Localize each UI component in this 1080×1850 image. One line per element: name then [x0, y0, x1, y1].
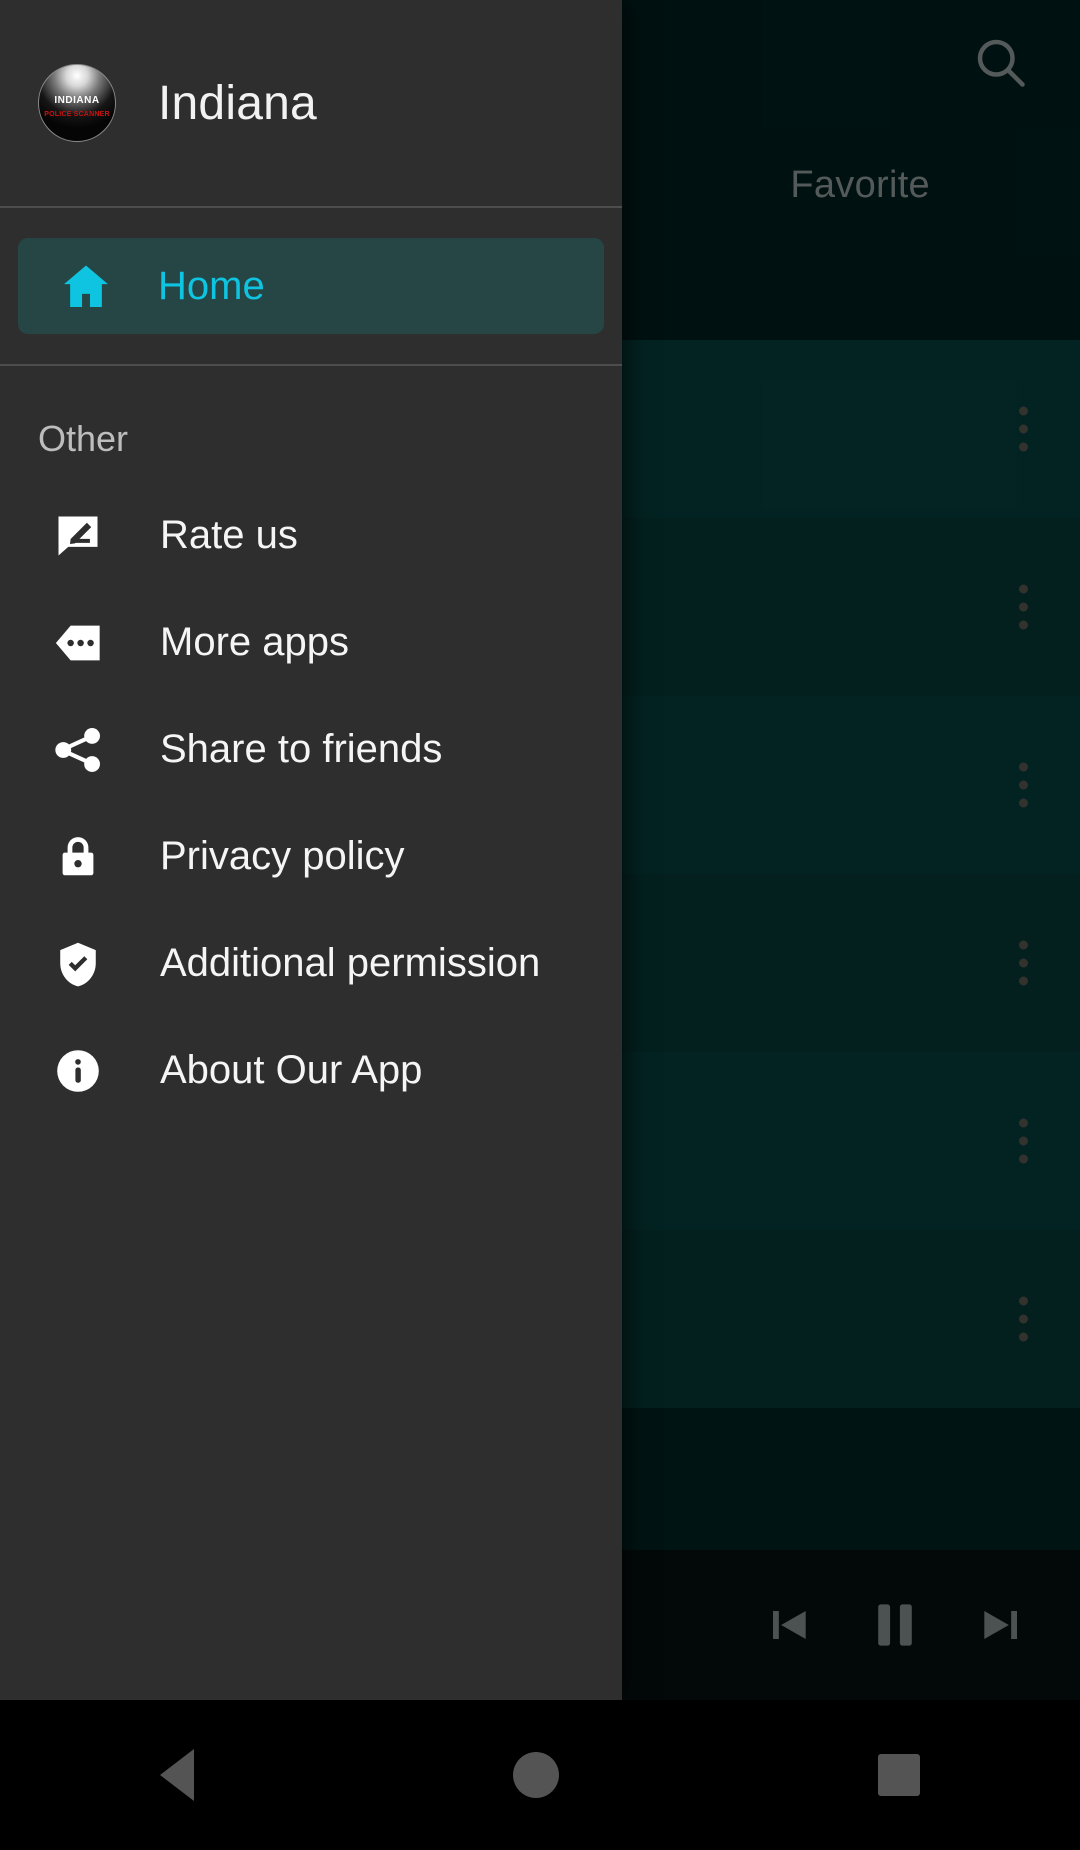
sidebar-item-additional-permission[interactable]: Additional permission [0, 910, 622, 1017]
sidebar-item-label: Home [158, 263, 265, 308]
logo-line-2: POLICE SCANNER [44, 110, 110, 118]
sidebar-item-label: Privacy policy [160, 834, 405, 878]
info-icon [48, 1045, 108, 1097]
sidebar-item-home[interactable]: Home [18, 238, 604, 334]
drawer-other-list[interactable]: Rate us More apps Share to friends Priva… [0, 482, 622, 1700]
sidebar-item-about-our-app[interactable]: About Our App [0, 1017, 622, 1124]
sidebar-item-privacy-policy[interactable]: Privacy policy [0, 803, 622, 910]
share-icon [48, 724, 108, 776]
drawer-primary-section[interactable]: Home [0, 208, 622, 366]
lock-icon [48, 831, 108, 883]
more-apps-tag-icon [48, 617, 108, 669]
section-header-other: Other [38, 418, 129, 459]
sidebar-item-label: Rate us [160, 513, 298, 557]
rate-review-icon [48, 510, 108, 562]
logo-line-1: INDIANA [54, 95, 100, 107]
sidebar-item-rate-us[interactable]: Rate us [0, 482, 622, 589]
navigation-drawer[interactable]: INDIANA POLICE SCANNER Indiana Home Othe… [0, 0, 622, 1700]
sidebar-item-label: Additional permission [160, 941, 541, 985]
sidebar-item-more-apps[interactable]: More apps [0, 589, 622, 696]
sidebar-item-label: Share to friends [160, 727, 443, 771]
sidebar-item-share[interactable]: Share to friends [0, 696, 622, 803]
sidebar-item-label: More apps [160, 620, 349, 664]
home-icon [58, 258, 116, 314]
app-logo-badge: INDIANA POLICE SCANNER [38, 64, 116, 142]
shield-check-icon [48, 938, 108, 990]
drawer-header: INDIANA POLICE SCANNER Indiana [0, 0, 622, 208]
app-title: Indiana [158, 76, 317, 130]
sidebar-item-label: About Our App [160, 1048, 423, 1092]
